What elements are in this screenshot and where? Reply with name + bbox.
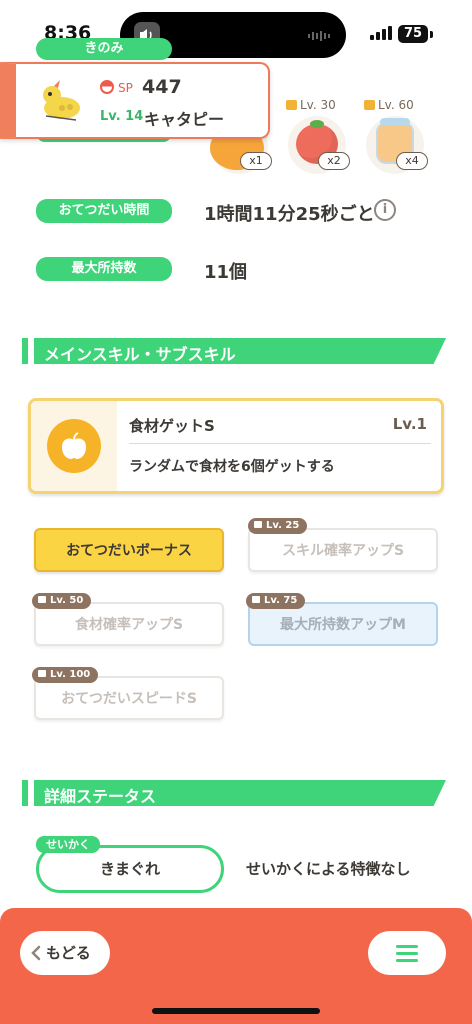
help-time-value: 1時間11分25秒ごと (204, 204, 375, 225)
ingredient-lock: Lv. 30 (286, 98, 336, 112)
sp-value: 447 (142, 76, 182, 98)
lock-icon (364, 100, 375, 110)
sub-skill-1[interactable]: おてつだいボーナス (34, 528, 224, 572)
main-skill-card[interactable]: 食材ゲットS Lv.1 ランダムで食材を6個ゲットする (28, 398, 444, 494)
ingredient-lock-level: Lv. 30 (300, 98, 336, 112)
lock-icon (38, 670, 46, 677)
section-accent (22, 338, 28, 364)
ingredient-count: x4 (396, 152, 428, 170)
signal-icon (370, 26, 392, 40)
sub-skill-lock-level: Lv. 50 (50, 595, 84, 606)
divider (129, 443, 431, 444)
max-carry-value: 11個 (204, 262, 248, 283)
lock-icon (38, 596, 46, 603)
skills-section-header: メインスキル・サブスキル (22, 338, 446, 364)
battery-nub (430, 31, 433, 38)
sub-skill-2[interactable]: スキル確率アップS (248, 528, 438, 572)
audio-wave-icon (308, 31, 330, 41)
pokemon-level: Lv. 14 (100, 109, 144, 124)
home-indicator (152, 1008, 320, 1014)
ingredient-lock: Lv. 60 (364, 98, 414, 112)
pokemon-summary-card[interactable]: SP 447 Lv. 14 キャタピー (0, 62, 270, 139)
sub-skill-lock-tag: Lv. 50 (32, 593, 92, 609)
nature-description: せいかくによる特徴なし (246, 860, 411, 878)
sub-skill-lock-level: Lv. 75 (264, 595, 298, 606)
ingredient-slot-2[interactable]: Lv. 30 x2 (282, 86, 352, 174)
sub-skill-lock-tag: Lv. 25 (248, 518, 308, 534)
pokemon-name: キャタピー (144, 110, 225, 129)
nature-tag: せいかく (36, 836, 100, 853)
main-skill-description: ランダムで食材を6個ゲットする (129, 459, 335, 475)
ingredient-lock-level: Lv. 60 (378, 98, 414, 112)
section-title: メインスキル・サブスキル (44, 345, 236, 364)
ingredient-slot-3[interactable]: Lv. 60 x4 (360, 86, 430, 174)
lock-icon (286, 100, 297, 110)
battery-icon: 75 (398, 25, 428, 43)
section-title: 詳細ステータス (44, 787, 157, 806)
help-time-label: おてつだい時間 (36, 199, 172, 223)
section-accent (22, 780, 28, 806)
apple-icon (47, 419, 101, 473)
menu-button[interactable] (368, 931, 446, 975)
sub-skill-lock-level: Lv. 25 (266, 520, 300, 531)
ingredient-count: x1 (240, 152, 272, 170)
ingredient-count: x2 (318, 152, 350, 170)
sub-skill-lock-tag: Lv. 100 (32, 667, 99, 683)
main-skill-name: 食材ゲットS (129, 417, 215, 435)
bottom-bar: もどる (0, 908, 472, 1024)
chevron-left-icon (31, 945, 41, 961)
sp-ball-icon (100, 80, 114, 94)
details-section-header: 詳細ステータス (22, 780, 446, 806)
lock-icon (254, 521, 262, 528)
back-label: もどる (46, 944, 91, 962)
max-carry-label: 最大所持数 (36, 257, 172, 281)
berry-label: きのみ (36, 38, 172, 60)
sub-skill-lock-level: Lv. 100 (50, 669, 91, 680)
pokemon-avatar (43, 80, 80, 121)
sp-label: SP (118, 81, 133, 95)
back-button[interactable]: もどる (20, 931, 110, 975)
lock-icon (252, 596, 260, 603)
main-skill-level: Lv.1 (392, 415, 427, 433)
main-skill-icon-area (31, 401, 117, 491)
info-icon[interactable]: i (374, 199, 396, 221)
sub-skill-lock-tag: Lv. 75 (246, 593, 306, 609)
